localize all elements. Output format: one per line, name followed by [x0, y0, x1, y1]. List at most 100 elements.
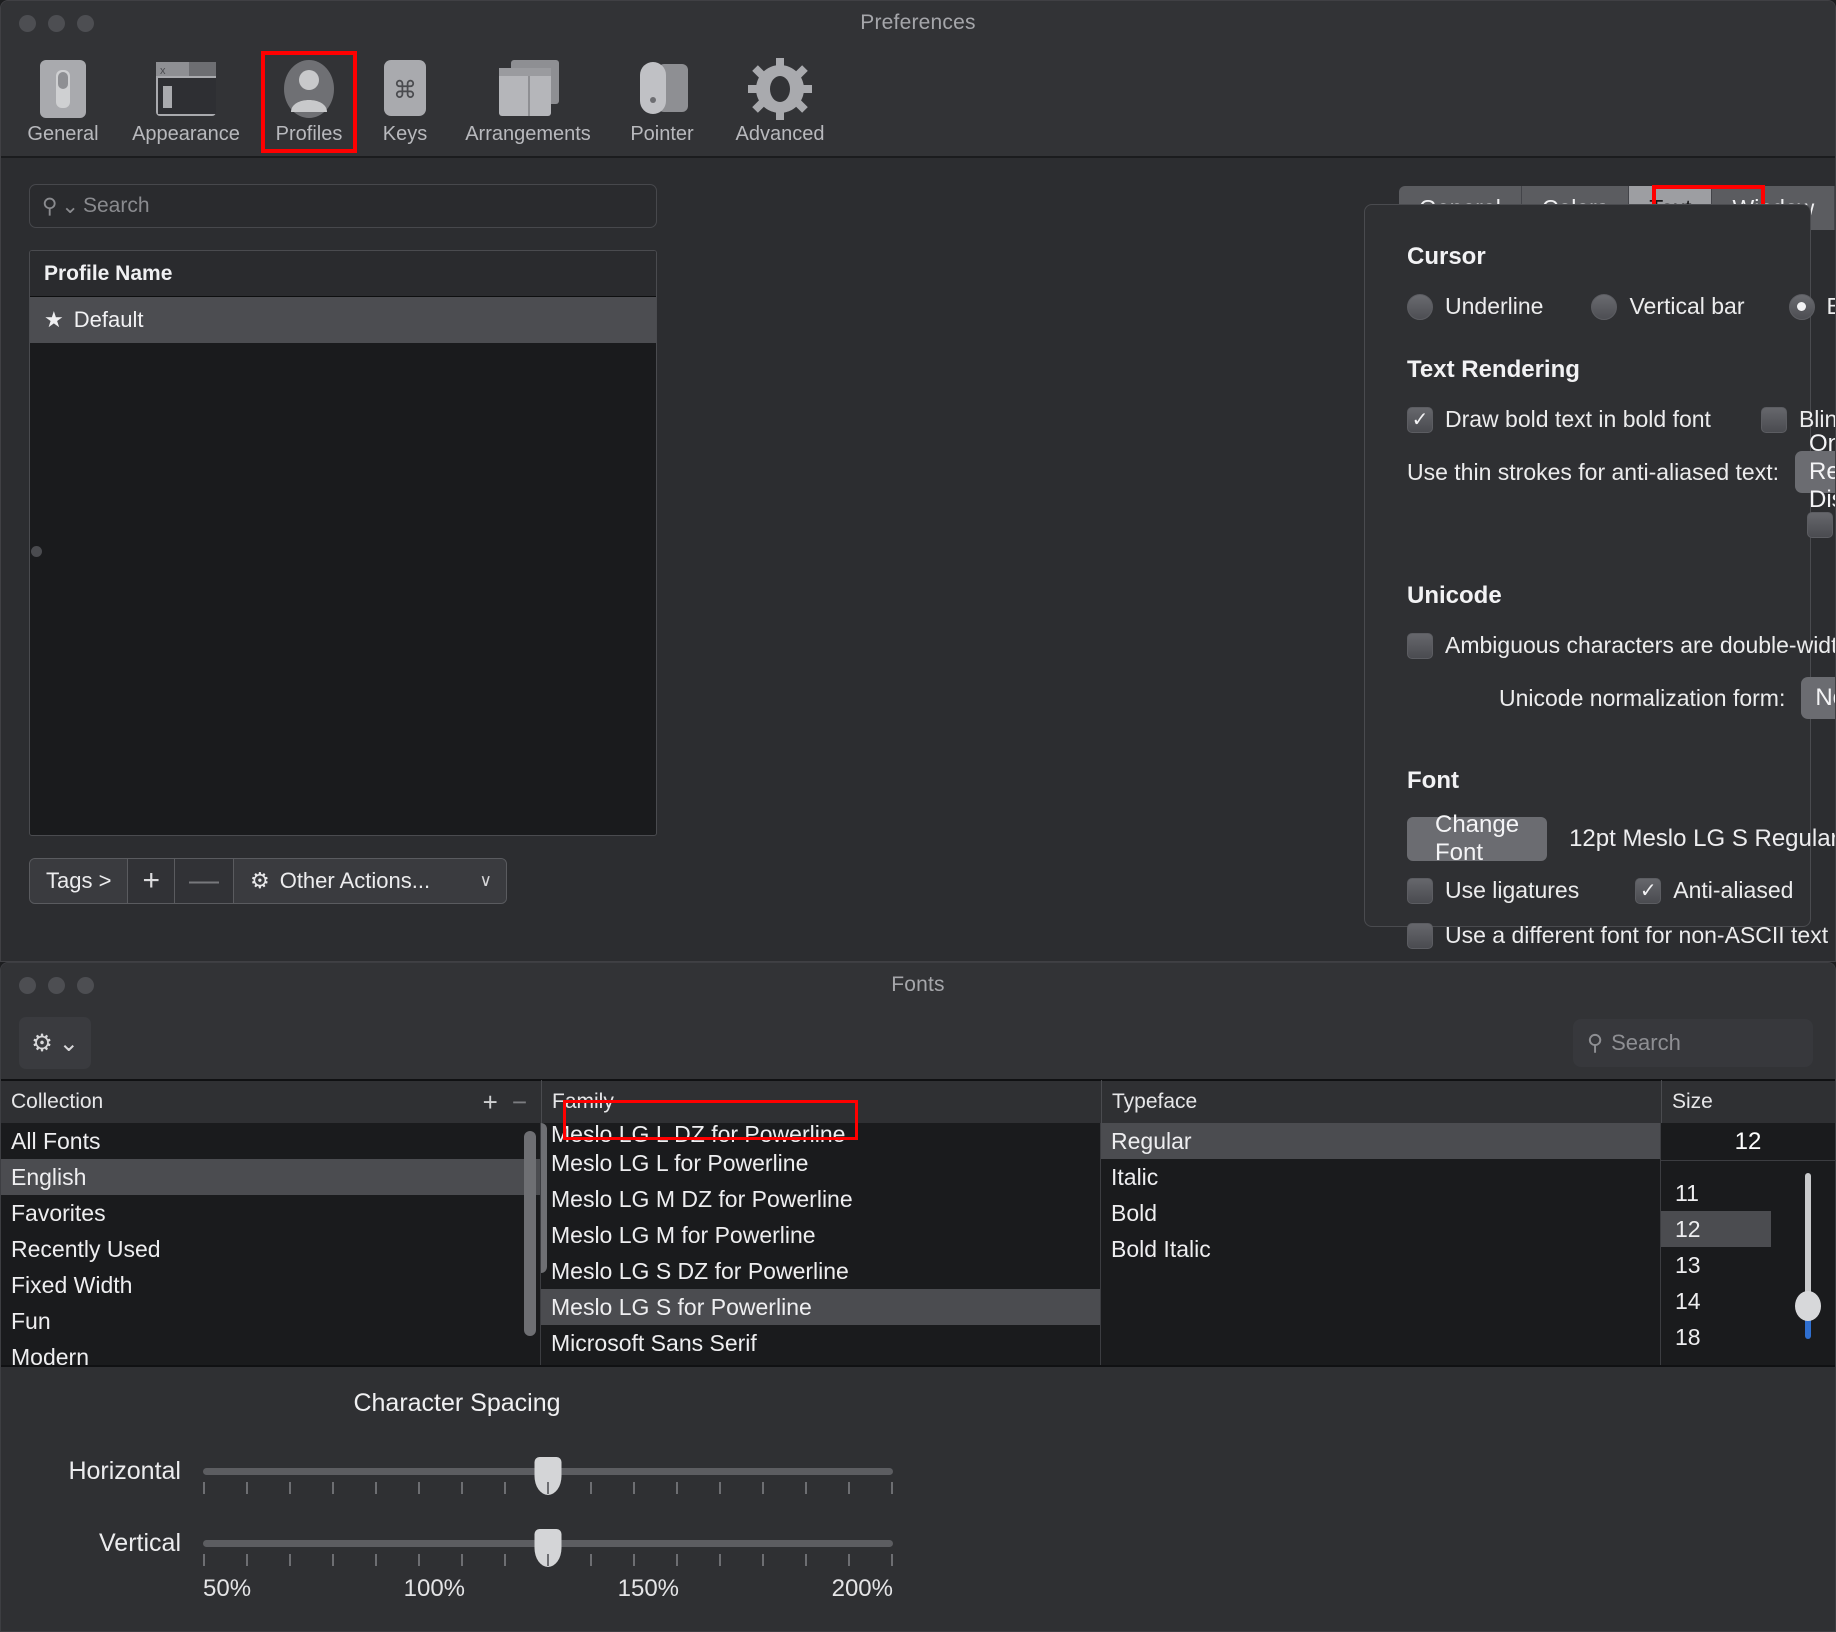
toolbar-label-general: General [27, 123, 99, 145]
profile-table-header: Profile Name [30, 251, 656, 297]
fonts-columns-header: Collection + − Family Typeface Size [1, 1079, 1835, 1124]
chevron-down-icon: ∨ [479, 871, 492, 890]
size-slider-knob[interactable] [1795, 1291, 1821, 1321]
toolbar-label-advanced: Advanced [735, 123, 825, 145]
profile-search-input[interactable]: ⚲ ⌄ Search [29, 184, 657, 228]
collection-item-modern[interactable]: Modern [1, 1339, 540, 1366]
profile-search-placeholder: Search [83, 194, 150, 217]
horizontal-slider-track[interactable] [203, 1457, 893, 1495]
fonts-action-gear-button[interactable]: ⚙ ⌄ [19, 1017, 91, 1069]
toolbar-item-keys[interactable]: ⌘ Keys [357, 53, 453, 153]
family-item-meslo-lg-s-dz[interactable]: Meslo LG S DZ for Powerline [541, 1253, 1100, 1289]
fonts-search-input[interactable]: ⚲ Search [1573, 1019, 1813, 1067]
toolbar-item-advanced[interactable]: Advanced [721, 53, 839, 153]
screen: Preferences General x Appearance Profile… [0, 0, 1836, 1632]
chevron-down-icon[interactable]: ⌄ [61, 194, 79, 219]
family-item-meslo-lg-m[interactable]: Meslo LG M for Powerline [541, 1217, 1100, 1253]
svg-text:x: x [160, 65, 166, 77]
checkbox-blinking-text[interactable]: ✓ [1760, 406, 1787, 433]
checkbox-label-ambiguous-chars: Ambiguous characters are double-width [1445, 632, 1836, 658]
radio-underline[interactable] [1407, 293, 1433, 320]
typeface-item-italic[interactable]: Italic [1101, 1159, 1660, 1195]
size-item-24[interactable]: 24 [1661, 1355, 1835, 1366]
size-item-12[interactable]: 12 [1661, 1211, 1771, 1247]
normalization-value: None [1815, 684, 1835, 711]
toolbar-label-keys: Keys [382, 123, 428, 145]
toolbar-item-appearance[interactable]: x Appearance [111, 53, 261, 153]
collection-scrollbar[interactable] [524, 1131, 536, 1336]
preferences-body: ⚲ ⌄ Search Profile Name ★ Default Tags >… [1, 158, 1835, 961]
collection-list[interactable]: All Fonts English Favorites Recently Use… [1, 1123, 541, 1365]
checkbox-non-ascii[interactable]: ✓ [1407, 922, 1433, 949]
toolbar-item-pointer[interactable]: Pointer [603, 53, 721, 153]
family-item-microsoft-sans-serif[interactable]: Microsoft Sans Serif [541, 1325, 1100, 1361]
checkbox-subpixel[interactable]: ✓ [1807, 511, 1833, 538]
collection-add-remove[interactable]: + − [483, 1087, 527, 1118]
fonts-toolbar: ⚙ ⌄ ⚲ Search [1, 1017, 1835, 1079]
preferences-window-title: Preferences [860, 11, 976, 34]
collection-item-favorites[interactable]: Favorites [1, 1195, 540, 1231]
checkbox-ligatures[interactable]: ✓ [1407, 877, 1433, 904]
tags-button[interactable]: Tags > [30, 859, 129, 903]
scale-label-50: 50% [203, 1575, 252, 1602]
checkbox-antialiased[interactable]: ✓ [1635, 877, 1662, 904]
vertical-slider-row: Vertical [21, 1529, 893, 1567]
preferences-titlebar: Preferences [1, 1, 1835, 53]
family-item-meslo-lg-m-dz[interactable]: Meslo LG M DZ for Powerline [541, 1181, 1100, 1217]
column-header-typeface-label: Typeface [1112, 1090, 1198, 1113]
toolbar-label-appearance: Appearance [132, 123, 240, 145]
fonts-columns-body: All Fonts English Favorites Recently Use… [1, 1123, 1835, 1365]
typeface-item-bold-italic[interactable]: Bold Italic [1101, 1231, 1660, 1267]
remove-profile-button[interactable]: — [174, 859, 234, 903]
toolbar-item-general[interactable]: General [15, 53, 111, 153]
toolbar-label-arrangements: Arrangements [465, 123, 591, 145]
size-column: 12 11 12 13 14 18 24 [1661, 1123, 1835, 1365]
text-settings-content: Cursor Underline Vertical bar Box ✓ Blin… [1365, 205, 1835, 949]
collection-item-all-fonts[interactable]: All Fonts [1, 1123, 540, 1159]
column-header-family: Family [541, 1080, 1101, 1124]
svg-text:⌘: ⌘ [393, 76, 417, 104]
family-list[interactable]: Meslo LG L DZ for Powerline Meslo LG L f… [541, 1123, 1101, 1365]
typeface-item-regular[interactable]: Regular [1101, 1123, 1660, 1159]
collection-item-fun[interactable]: Fun [1, 1303, 540, 1339]
family-item-meslo-lg-l-dz[interactable]: Meslo LG L DZ for Powerline [541, 1123, 1100, 1145]
typeface-item-bold[interactable]: Bold [1101, 1195, 1660, 1231]
search-icon: ⚲ [42, 194, 58, 218]
family-scrollbar[interactable] [541, 1123, 547, 1273]
add-profile-button[interactable]: + [128, 859, 175, 903]
toolbar-item-arrangements[interactable]: Arrangements [453, 53, 603, 153]
radio-vertical-bar[interactable] [1591, 293, 1618, 320]
profile-row-default[interactable]: ★ Default [30, 297, 656, 343]
thin-strokes-row: Use thin strokes for anti-aliased text: … [1407, 430, 1835, 513]
radio-label-box: Box [1827, 293, 1835, 320]
size-input[interactable]: 12 [1661, 1123, 1835, 1161]
radio-box[interactable] [1788, 293, 1815, 320]
checkbox-label-non-ascii: Use a different font for non-ASCII text [1445, 922, 1829, 948]
thin-strokes-label: Use thin strokes for anti-aliased text: [1407, 458, 1779, 485]
vertical-slider-track[interactable] [203, 1529, 893, 1567]
profiles-action-group: Tags > + — ⚙ Other Actions... ∨ [29, 858, 507, 904]
fonts-window-title: Fonts [891, 973, 945, 996]
other-actions-dropdown[interactable]: ⚙ Other Actions... ∨ [233, 859, 506, 903]
windows-stack-icon [491, 57, 565, 121]
font-section-title: Font [1407, 767, 1459, 794]
toolbar-label-pointer: Pointer [630, 123, 694, 145]
checkbox-ambiguous-chars[interactable]: ✓ [1407, 632, 1433, 659]
minus-icon[interactable]: − [512, 1087, 527, 1118]
collection-item-english[interactable]: English [1, 1159, 540, 1195]
character-spacing-title: Character Spacing [353, 1389, 561, 1417]
family-item-meslo-lg-l[interactable]: Meslo LG L for Powerline [541, 1145, 1100, 1181]
cursor-section-title: Cursor [1407, 243, 1486, 270]
typeface-list[interactable]: Regular Italic Bold Bold Italic [1101, 1123, 1661, 1365]
normalization-select[interactable]: None ▲▼ [1801, 677, 1835, 719]
collection-item-recently-used[interactable]: Recently Used [1, 1231, 540, 1267]
toolbar-item-profiles[interactable]: Profiles [261, 51, 357, 153]
profiles-pane: ⚲ ⌄ Search Profile Name ★ Default Tags >… [1, 158, 681, 961]
change-font-button[interactable]: Change Font [1407, 811, 1548, 866]
pane-resize-handle[interactable] [31, 546, 42, 557]
thin-strokes-select[interactable]: On Retina Displays ▲▼ [1795, 430, 1835, 513]
checkbox-draw-bold[interactable]: ✓ [1407, 406, 1433, 433]
family-item-meslo-lg-s[interactable]: Meslo LG S for Powerline [541, 1289, 1100, 1325]
plus-icon[interactable]: + [483, 1087, 498, 1118]
collection-item-fixed-width[interactable]: Fixed Width [1, 1267, 540, 1303]
